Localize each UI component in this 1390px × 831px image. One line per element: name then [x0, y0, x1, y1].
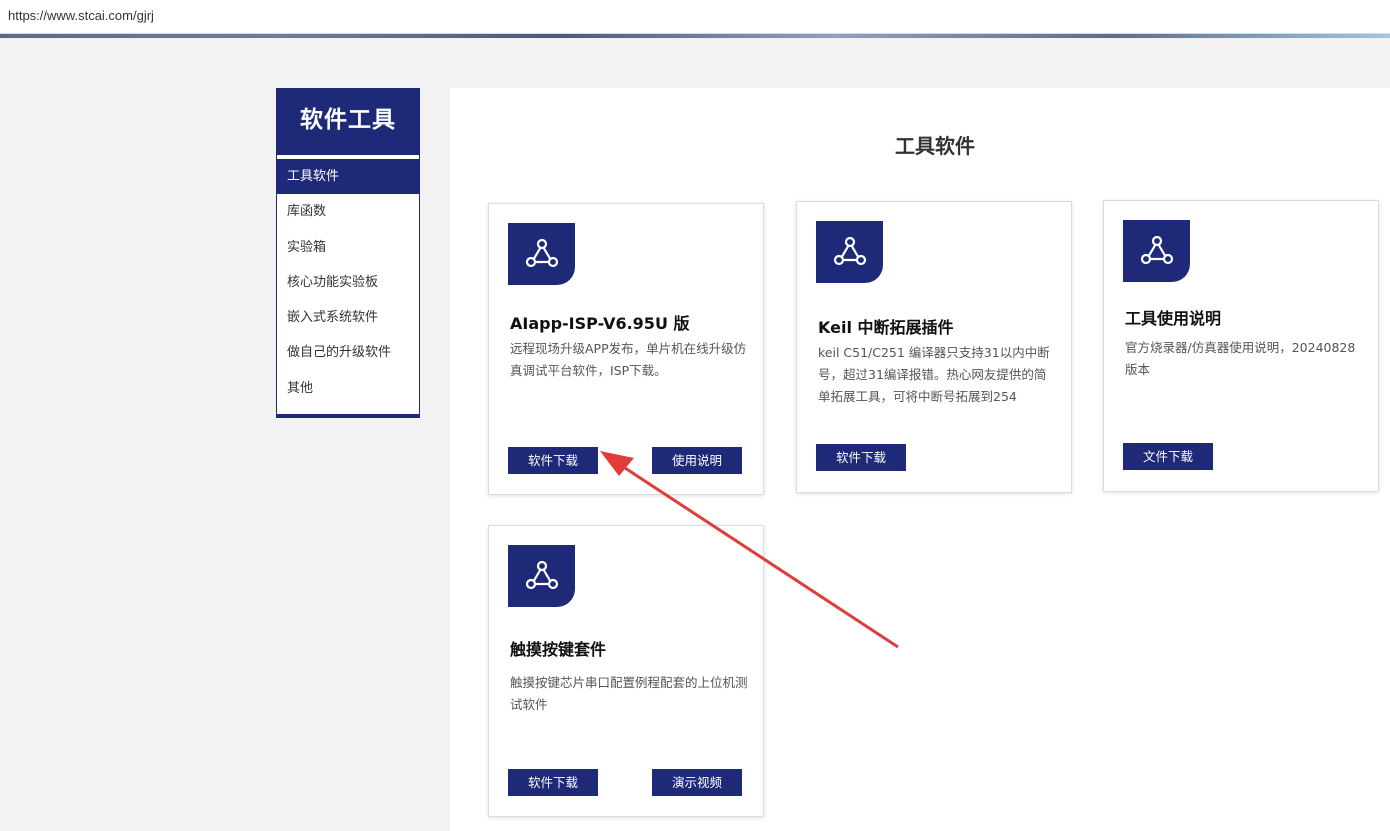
sidebar: 软件工具 工具软件 库函数 实验箱 核心功能实验板 嵌入式系统软件 做自己的升级… — [276, 88, 420, 418]
sidebar-item-lab-box[interactable]: 实验箱 — [277, 230, 419, 265]
network-triangle-icon — [1123, 220, 1190, 282]
sidebar-item-library[interactable]: 库函数 — [277, 194, 419, 229]
software-card: Keil 中断拓展插件 keil C51/C251 编译器只支持31以内中断号，… — [796, 201, 1072, 493]
sidebar-item-core-board[interactable]: 核心功能实验板 — [277, 265, 419, 300]
demo-video-button[interactable]: 演示视频 — [652, 769, 742, 796]
card-description: 远程现场升级APP发布，单片机在线升级仿真调试平台软件，ISP下载。 — [510, 341, 747, 378]
url-text[interactable]: https://www.stcai.com/gjrj — [8, 8, 154, 23]
sidebar-item-embedded[interactable]: 嵌入式系统软件 — [277, 300, 419, 335]
card-description: 触摸按键芯片串口配置例程配套的上位机测试软件 — [510, 675, 748, 712]
card-title: AIapp-ISP-V6.95U 版 — [510, 314, 690, 333]
sidebar-item-other[interactable]: 其他 — [277, 371, 419, 406]
card-description: 官方烧录器/仿真器使用说明，20240828版本 — [1125, 340, 1356, 377]
network-triangle-icon — [508, 223, 575, 285]
card-description: keil C51/C251 编译器只支持31以内中断号，超过31编译报错。热心网… — [818, 345, 1050, 404]
instructions-button[interactable]: 使用说明 — [652, 447, 742, 474]
download-software-button[interactable]: 软件下载 — [508, 769, 598, 796]
download-file-button[interactable]: 文件下载 — [1123, 443, 1213, 470]
card-title: 工具使用说明 — [1125, 309, 1222, 328]
main-panel: 工具软件 AIapp-ISP-V6.95U 版 远程现场升级APP发布，单片机在… — [450, 88, 1390, 831]
sidebar-item-upgrade[interactable]: 做自己的升级软件 — [277, 335, 419, 370]
toolbar-stripe — [0, 34, 1390, 38]
software-card: 工具使用说明 官方烧录器/仿真器使用说明，20240828版本 文件下载 — [1103, 200, 1379, 492]
download-software-button[interactable]: 软件下载 — [816, 444, 906, 471]
sidebar-title: 软件工具 — [277, 89, 419, 155]
card-title: 触摸按键套件 — [510, 640, 607, 659]
network-triangle-icon — [816, 221, 883, 283]
page-title: 工具软件 — [895, 134, 975, 158]
network-triangle-icon — [508, 545, 575, 607]
sidebar-item-tools[interactable]: 工具软件 — [277, 159, 419, 195]
address-bar[interactable]: https://www.stcai.com/gjrj — [0, 0, 1390, 34]
download-software-button[interactable]: 软件下载 — [508, 447, 598, 474]
card-title: Keil 中断拓展插件 — [818, 318, 954, 337]
software-card: AIapp-ISP-V6.95U 版 远程现场升级APP发布，单片机在线升级仿真… — [488, 203, 764, 495]
software-card: 触摸按键套件 触摸按键芯片串口配置例程配套的上位机测试软件 软件下载 演示视频 — [488, 525, 764, 817]
